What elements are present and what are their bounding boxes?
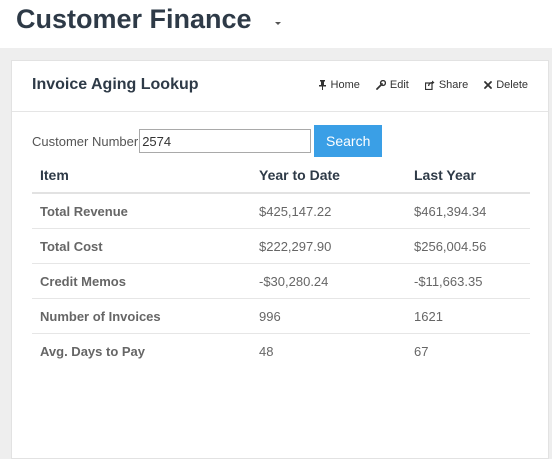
page-header: Customer Finance	[0, 0, 552, 48]
page: Customer Finance Invoice Aging Lookup Ho…	[0, 0, 552, 459]
home-action-label: Home	[330, 79, 360, 91]
row-year-to-date: $425,147.22	[251, 193, 406, 229]
row-item: Number of Invoices	[32, 298, 251, 334]
row-last-year: $461,394.34	[406, 193, 530, 229]
table-row: Total Revenue $425,147.22 $461,394.34	[32, 193, 530, 229]
delete-action-label: Delete	[496, 79, 528, 91]
row-item: Avg. Days to Pay	[40, 343, 146, 359]
invoice-aging-panel: Invoice Aging Lookup Home Edit Share Del…	[11, 60, 549, 459]
row-item: Total Revenue	[32, 193, 251, 229]
close-icon	[484, 81, 493, 89]
row-year-to-date: $222,297.90	[251, 228, 406, 264]
delete-action[interactable]: Delete	[484, 79, 528, 91]
row-last-year: -$11,663.35	[406, 263, 530, 299]
home-action[interactable]: Home	[318, 79, 360, 91]
customer-number-label: Customer Number	[32, 133, 139, 149]
panel-title: Invoice Aging Lookup	[32, 76, 199, 93]
search-button[interactable]: Search	[314, 125, 383, 157]
table-row: Number of Invoices 996 1621	[32, 298, 530, 334]
page-title: Customer Finance	[16, 4, 252, 34]
aging-table: Item Year to Date Last Year Total Revenu…	[32, 157, 530, 368]
table-row: Avg. Days to Pay 48 67	[32, 334, 530, 369]
column-header-last-year: Last Year	[406, 157, 530, 194]
customer-number-input[interactable]	[139, 129, 312, 153]
row-item: Total Cost	[32, 228, 251, 264]
wrench-icon	[375, 80, 386, 90]
row-item: Credit Memos	[32, 263, 251, 299]
edit-action[interactable]: Edit	[375, 79, 409, 91]
share-icon	[424, 80, 435, 90]
table-row: Total Cost $222,297.90 $256,004.56	[32, 228, 530, 264]
column-header-item: Item	[32, 157, 251, 194]
row-last-year: 67	[414, 343, 429, 359]
row-last-year: 1621	[406, 298, 530, 334]
panel-actions: Home Edit Share Delete	[318, 79, 528, 91]
row-year-to-date: 996	[251, 298, 406, 334]
share-action-label: Share	[438, 79, 469, 91]
row-last-year: $256,004.56	[406, 228, 530, 264]
panel-heading: Invoice Aging Lookup Home Edit Share Del…	[12, 61, 548, 112]
row-year-to-date: -$30,280.24	[251, 263, 406, 299]
row-year-to-date: 48	[259, 343, 274, 359]
edit-action-label: Edit	[389, 79, 409, 91]
table-row: Credit Memos -$30,280.24 -$11,663.35	[32, 263, 530, 299]
customer-search-row: Customer Number Search	[32, 125, 383, 157]
pin-icon	[318, 80, 326, 90]
table-header-row: Item Year to Date Last Year	[32, 157, 530, 194]
share-action[interactable]: Share	[424, 79, 469, 91]
chevron-down-icon[interactable]	[275, 22, 281, 25]
column-header-year-to-date: Year to Date	[251, 157, 406, 194]
